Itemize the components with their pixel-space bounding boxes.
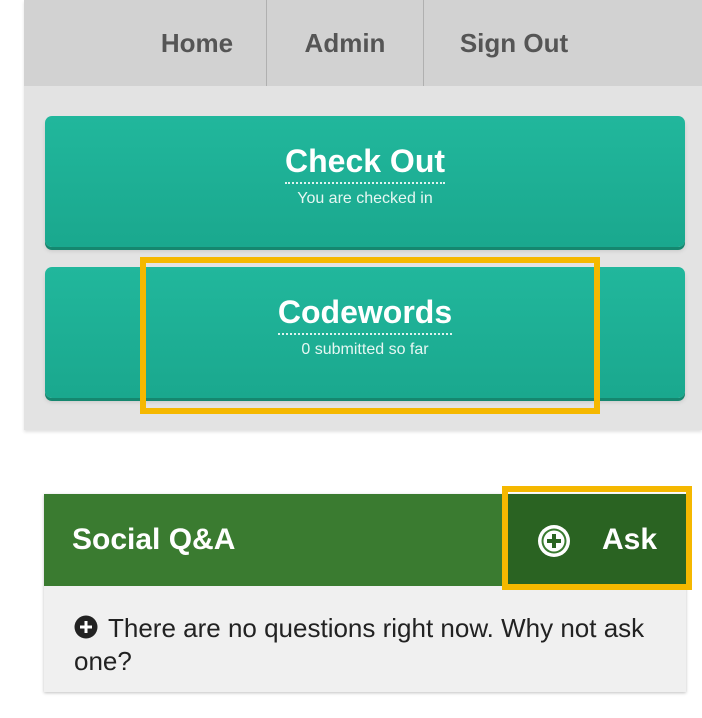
check-out-status: You are checked in xyxy=(297,190,433,207)
empty-message: There are no questions right now. Why no… xyxy=(74,613,645,676)
page: Home Admin Sign Out Check Out You are ch… xyxy=(0,0,702,718)
social-qa-empty-state: There are no questions right now. Why no… xyxy=(74,612,674,678)
social-qa-title: Social Q&A xyxy=(72,523,236,556)
ask-label: Ask xyxy=(602,523,658,556)
nav-sign-out-link[interactable]: Sign Out xyxy=(424,0,604,86)
nav-admin-link[interactable]: Admin xyxy=(267,0,423,86)
plus-circle-icon xyxy=(538,525,570,557)
plus-circle-icon xyxy=(74,615,98,639)
codewords-title: Codewords xyxy=(277,293,453,335)
nav-home-link[interactable]: Home xyxy=(128,0,266,86)
top-nav: Home Admin Sign Out xyxy=(24,0,702,86)
ask-button[interactable]: Ask xyxy=(508,494,686,586)
check-out-button[interactable]: Check Out You are checked in xyxy=(45,116,685,247)
codewords-count: 0 submitted so far xyxy=(301,341,429,358)
codewords-button[interactable]: Codewords 0 submitted so far xyxy=(45,267,685,398)
check-out-title: Check Out xyxy=(284,142,446,184)
social-qa-header: Social Q&A Ask xyxy=(44,494,686,586)
social-qa-card: Social Q&A Ask There are no questions ri… xyxy=(44,494,686,692)
top-panel: Home Admin Sign Out Check Out You are ch… xyxy=(24,0,702,430)
